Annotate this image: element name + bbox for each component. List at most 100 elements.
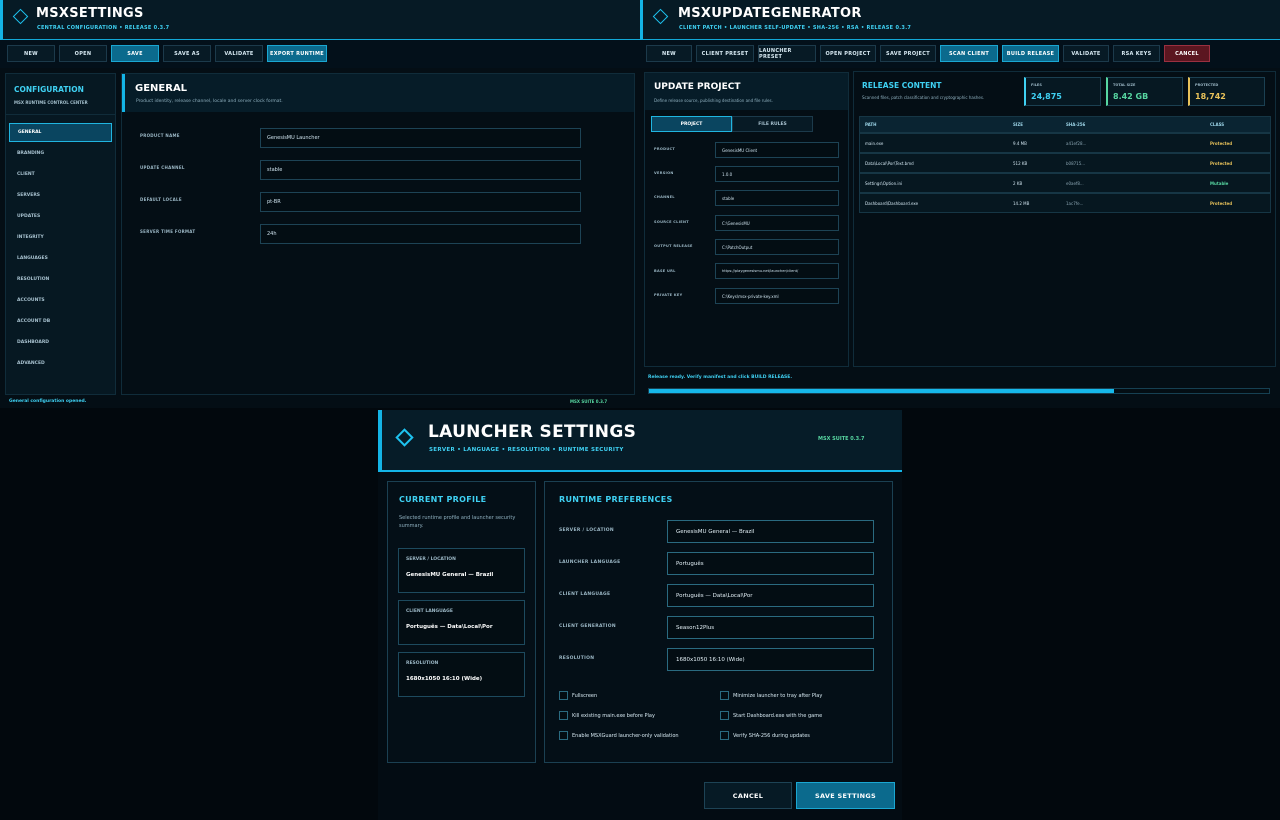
open-button[interactable]: OPEN [59, 45, 107, 62]
update-project-panel: UPDATE PROJECT Define release source, pu… [644, 72, 849, 367]
kill-main-exe-checkbox[interactable]: Kill existing main.exe before Play [559, 711, 655, 720]
card-label: SERVER / LOCATION [406, 557, 456, 562]
checkbox-box[interactable] [559, 731, 568, 740]
base-url-input[interactable]: https://playgenesismu.net/launcher/clien… [715, 263, 839, 279]
export-runtime-button[interactable]: EXPORT RUNTIME [267, 45, 327, 62]
cell-path: main.exe [865, 140, 884, 146]
cancel-button[interactable]: CANCEL [704, 782, 792, 809]
sidebar-item-advanced[interactable]: ADVANCED [9, 354, 112, 373]
card-value: Português — Data\Local\Por [406, 624, 493, 630]
sidebar-item-client[interactable]: CLIENT [9, 165, 112, 184]
field-label: CLIENT LANGUAGE [559, 592, 611, 597]
client-generation-select[interactable]: Season12Plus [667, 616, 874, 639]
client-preset-button[interactable]: CLIENT PRESET [696, 45, 754, 62]
cell-hash: a41ef28... [1066, 140, 1087, 146]
panel-description: Selected runtime profile and launcher se… [399, 515, 516, 529]
sidebar-item-servers[interactable]: SERVERS [9, 186, 112, 205]
table-row[interactable]: main.exe 9.4 MB a41ef28... Protected [859, 133, 1271, 153]
cell-size: 512 KB [1013, 160, 1028, 166]
sidebar-item-languages[interactable]: LANGUAGES [9, 249, 112, 268]
server-location-select[interactable]: GenesisMU General — Brazil [667, 520, 874, 543]
output-release-input[interactable]: C:\PatchOutput [715, 239, 839, 255]
product-input[interactable]: GenesisMU Client [715, 142, 839, 158]
card-label: CLIENT LANGUAGE [406, 609, 453, 614]
validate-button[interactable]: VALIDATE [215, 45, 263, 62]
launcher-preset-button[interactable]: LAUNCHER PRESET [758, 45, 816, 62]
update-channel-input[interactable]: stable [260, 160, 581, 180]
sidebar-divider [6, 114, 115, 115]
checkbox-box[interactable] [720, 731, 729, 740]
save-button[interactable]: SAVE [111, 45, 159, 62]
sidebar-subtitle: MSX RUNTIME CONTROL CENTER [14, 100, 88, 105]
msxsettings-window: MSXSETTINGS CENTRAL CONFIGURATION • RELE… [0, 0, 640, 408]
panel-title: RELEASE CONTENT [862, 81, 942, 90]
client-language-select[interactable]: Português — Data\Local\Por [667, 584, 874, 607]
checkbox-box[interactable] [559, 691, 568, 700]
private-key-input[interactable]: C:\Keys\msx-private-key.xml [715, 288, 839, 304]
sidebar-item-updates[interactable]: UPDATES [9, 207, 112, 226]
field-label: RESOLUTION [559, 656, 595, 661]
save-project-button[interactable]: SAVE PROJECT [880, 45, 936, 62]
resolution-select[interactable]: 1680x1050 16:10 (Wide) [667, 648, 874, 671]
source-client-input[interactable]: C:\GenesisMU [715, 215, 839, 231]
new-button[interactable]: NEW [646, 45, 692, 62]
launcher-title: LAUNCHER SETTINGS [428, 422, 637, 442]
checkbox-label: Kill existing main.exe before Play [572, 712, 655, 719]
release-status-text: Release ready. Verify manifest and click… [648, 375, 793, 380]
protected-stat-card: PROTECTED 18,742 [1188, 77, 1265, 106]
fullscreen-checkbox[interactable]: Fullscreen [559, 691, 597, 700]
files-stat-card: FILES 24,875 [1024, 77, 1101, 106]
field-label: SOURCE CLIENT [654, 220, 689, 224]
product-name-input[interactable]: GenesisMU Launcher [260, 128, 581, 148]
msxguard-checkbox[interactable]: Enable MSXGuard launcher-only validation [559, 731, 679, 740]
save-settings-button[interactable]: SAVE SETTINGS [796, 782, 895, 809]
cell-size: 2 KB [1013, 180, 1023, 186]
general-panel: GENERAL Product identity, release channe… [121, 73, 635, 395]
field-label: PRIVATE KEY [654, 293, 683, 297]
runtime-preferences-panel: RUNTIME PREFERENCES SERVER / LOCATION Ge… [544, 481, 893, 763]
save-as-button[interactable]: SAVE AS [163, 45, 211, 62]
tab-file-rules[interactable]: FILE RULES [732, 116, 813, 132]
verify-sha256-checkbox[interactable]: Verify SHA-256 during updates [720, 731, 810, 740]
profile-card-server: SERVER / LOCATION GenesisMU General — Br… [398, 548, 525, 593]
release-content-panel: RELEASE CONTENT Scanned files, patch cla… [853, 71, 1276, 367]
rsa-keys-button[interactable]: RSA KEYS [1113, 45, 1160, 62]
checkbox-box[interactable] [720, 711, 729, 720]
new-button[interactable]: NEW [7, 45, 55, 62]
checkbox-box[interactable] [720, 691, 729, 700]
sidebar-item-accounts[interactable]: ACCOUNTS [9, 291, 112, 310]
launcher-language-select[interactable]: Português [667, 552, 874, 575]
version-input[interactable]: 1.0.0 [715, 166, 839, 182]
sidebar-item-dashboard[interactable]: DASHBOARD [9, 333, 112, 352]
sidebar-item-account-db[interactable]: ACCOUNT DB [9, 312, 112, 331]
channel-input[interactable]: stable [715, 190, 839, 206]
table-row[interactable]: Data\Local\Por\Text.bmd 512 KB b08715...… [859, 153, 1271, 173]
field-label: VERSION [654, 171, 674, 175]
tab-project[interactable]: PROJECT [651, 116, 732, 132]
validate-button[interactable]: VALIDATE [1063, 45, 1109, 62]
open-project-button[interactable]: OPEN PROJECT [820, 45, 876, 62]
sidebar-item-resolution[interactable]: RESOLUTION [9, 270, 112, 289]
cell-size: 14.2 MB [1013, 200, 1030, 206]
field-label: OUTPUT RELEASE [654, 244, 693, 248]
cell-class: Protected [1210, 200, 1233, 206]
minimize-to-tray-checkbox[interactable]: Minimize launcher to tray after Play [720, 691, 822, 700]
build-release-button[interactable]: BUILD RELEASE [1002, 45, 1059, 62]
table-row[interactable]: Settings\Option.ini 2 KB e0aef8... Mutab… [859, 173, 1271, 193]
cancel-button[interactable]: CANCEL [1164, 45, 1210, 62]
start-dashboard-checkbox[interactable]: Start Dashboard.exe with the game [720, 711, 822, 720]
server-time-format-input[interactable]: 24h [260, 224, 581, 244]
msxsettings-header: MSXSETTINGS CENTRAL CONFIGURATION • RELE… [0, 0, 640, 40]
checkbox-box[interactable] [559, 711, 568, 720]
table-row[interactable]: Dashboard\Dashboard.exe 14.2 MB 1ac7fe..… [859, 193, 1271, 213]
sidebar-item-general[interactable]: GENERAL [9, 123, 112, 142]
total-size-stat-card: TOTAL SIZE 8.42 GB [1106, 77, 1183, 106]
version-label: MSX SUITE 0.3.7 [570, 399, 608, 404]
sidebar-item-integrity[interactable]: INTEGRITY [9, 228, 112, 247]
default-locale-input[interactable]: pt-BR [260, 192, 581, 212]
diamond-logo-icon [12, 8, 29, 25]
cell-hash: 1ac7fe... [1066, 200, 1084, 206]
scan-client-button[interactable]: SCAN CLIENT [940, 45, 998, 62]
sidebar-item-branding[interactable]: BRANDING [9, 144, 112, 163]
status-bar: General configuration opened. MSX SUITE … [0, 396, 640, 408]
